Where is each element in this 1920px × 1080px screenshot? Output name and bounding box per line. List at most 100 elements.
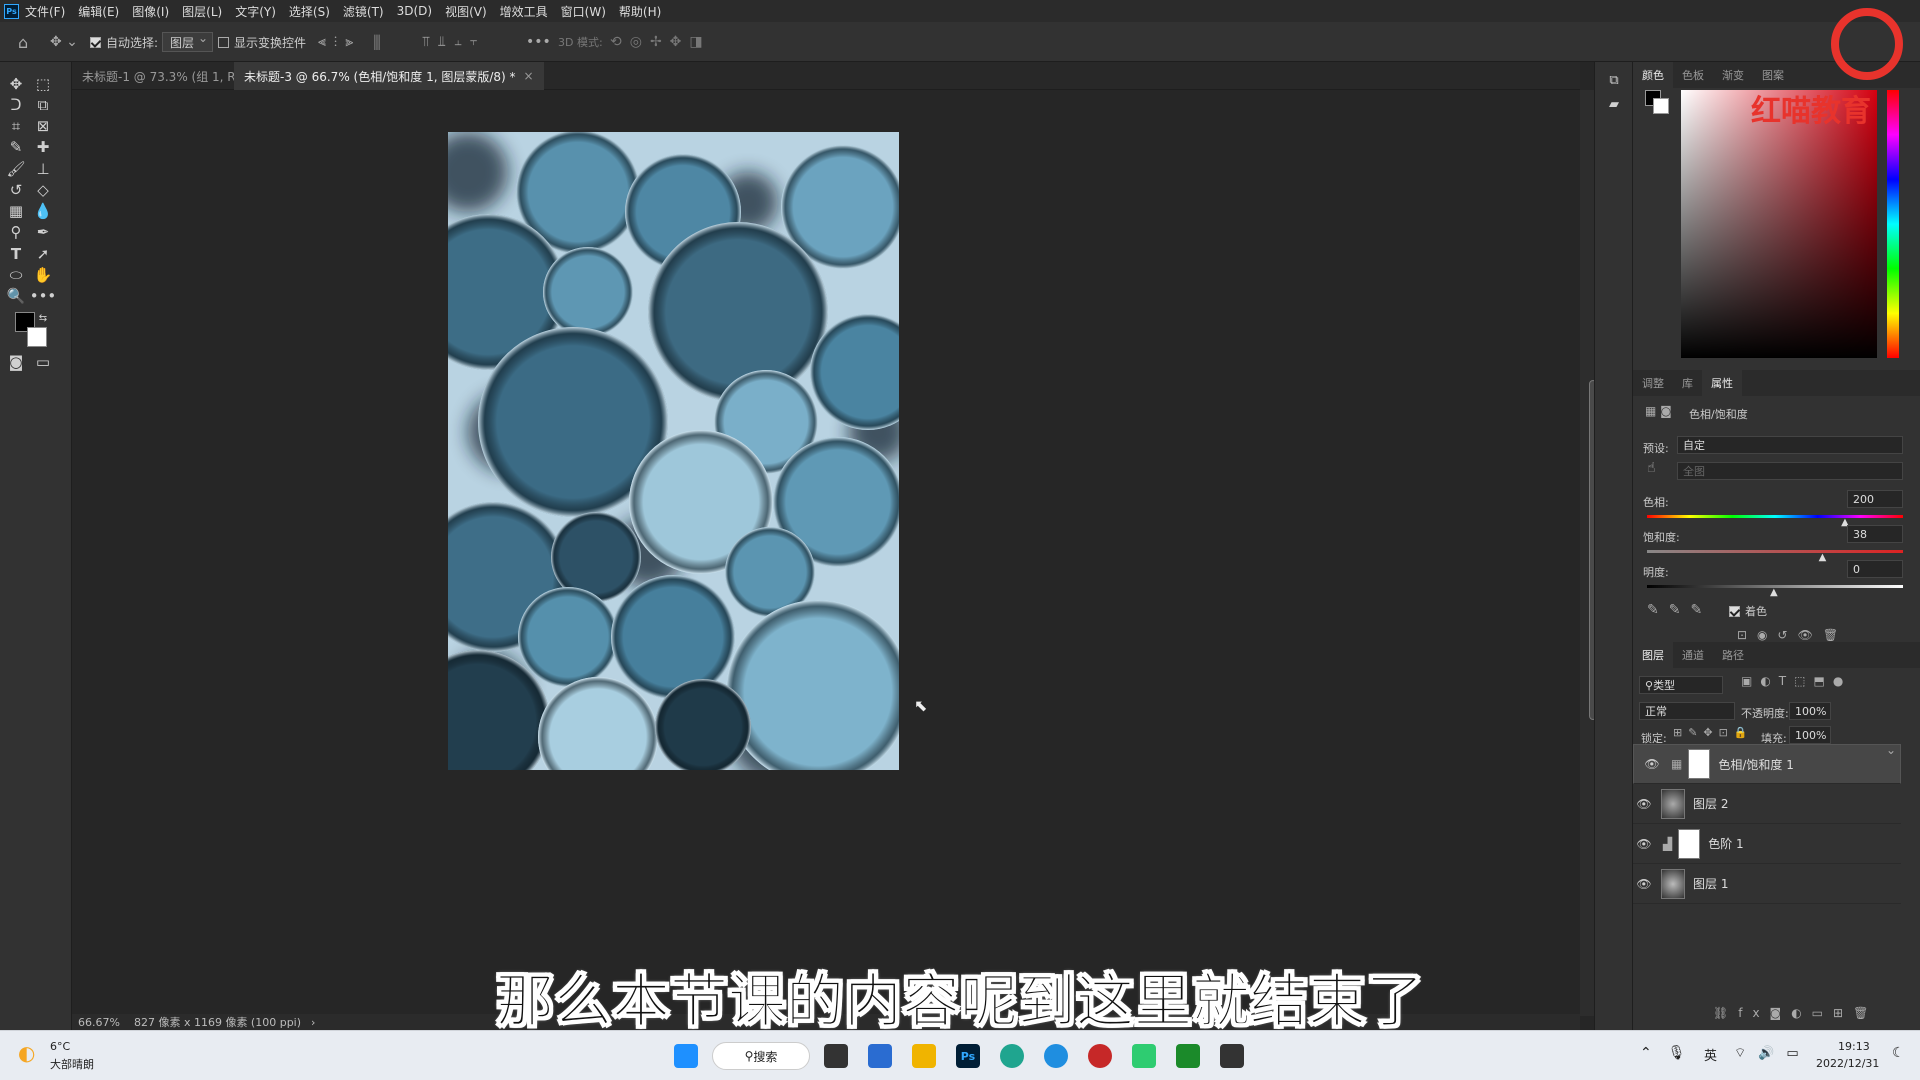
layer-name[interactable]: 图层 1 bbox=[1693, 875, 1728, 892]
taskbar-search[interactable]: ⚲ 搜索 bbox=[712, 1042, 810, 1070]
saturation-slider-thumb[interactable]: ▲ bbox=[1819, 552, 1827, 563]
layer-mask-thumb[interactable] bbox=[1678, 828, 1701, 859]
tab-channels[interactable]: 通道 bbox=[1673, 642, 1713, 668]
layer-name[interactable]: 图层 2 bbox=[1693, 795, 1728, 812]
app-icon-green[interactable] bbox=[1132, 1044, 1156, 1068]
canvas-area[interactable]: ⬉ bbox=[72, 90, 1580, 1016]
menu-filter[interactable]: 滤镜(T) bbox=[343, 3, 384, 20]
menu-plugins[interactable]: 增效工具 bbox=[500, 3, 548, 20]
menu-view[interactable]: 视图(V) bbox=[445, 3, 487, 20]
eye-icon[interactable]: 👁 bbox=[1633, 797, 1655, 811]
layer-row-layer2[interactable]: 👁 图层 2 bbox=[1633, 784, 1901, 824]
adjustment-layer-icon[interactable]: ▦ ◙ bbox=[1645, 404, 1672, 418]
lock-icons[interactable]: ⊞✎✥⊡🔒 bbox=[1673, 726, 1754, 739]
tab-layers[interactable]: 图层 bbox=[1633, 642, 1673, 668]
menu-select[interactable]: 选择(S) bbox=[289, 3, 330, 20]
layer-mask-thumb[interactable] bbox=[1688, 749, 1711, 779]
layer-row-layer1[interactable]: 👁 图层 1 bbox=[1633, 864, 1901, 904]
system-tray-icons[interactable]: ⌔🔊▭ bbox=[1734, 1045, 1811, 1061]
layer-name[interactable]: 色相/饱和度 1 bbox=[1718, 756, 1794, 773]
show-transform-checkbox[interactable]: 显示变换控件 bbox=[218, 31, 306, 53]
notification-icon[interactable]: ☾ bbox=[1892, 1045, 1905, 1061]
layer-name[interactable]: 色阶 1 bbox=[1708, 835, 1743, 852]
eye-icon[interactable]: 👁 bbox=[1633, 877, 1655, 891]
tab-properties[interactable]: 属性 bbox=[1702, 370, 1742, 396]
preset-dropdown[interactable]: 自定 bbox=[1677, 436, 1903, 454]
layer-filter-dropdown[interactable]: ⚲ 类型 bbox=[1639, 676, 1723, 694]
file-explorer-icon[interactable] bbox=[912, 1044, 936, 1068]
tab-libraries[interactable]: 库 bbox=[1673, 370, 1702, 396]
photoshop-taskbar-icon[interactable]: Ps bbox=[956, 1044, 980, 1068]
tab-swatches[interactable]: 色板 bbox=[1673, 62, 1713, 88]
weather-temp[interactable]: 6°C bbox=[50, 1040, 70, 1053]
menu-type[interactable]: 文字(Y) bbox=[235, 3, 276, 20]
hue-slider[interactable] bbox=[1887, 90, 1899, 358]
healing-brush-icon[interactable]: ✚ bbox=[30, 135, 56, 159]
layer-row-levels[interactable]: 👁 ▟ 色阶 1 bbox=[1633, 824, 1901, 864]
background-color-swatch[interactable] bbox=[1653, 98, 1669, 114]
eyedropper-tool-icon[interactable]: ✎ bbox=[3, 135, 29, 159]
zoom-tool-icon[interactable]: 🔍 bbox=[3, 284, 29, 308]
history-panel-icon[interactable]: ⧉ bbox=[1601, 68, 1627, 92]
eye-icon[interactable]: 👁 bbox=[1633, 837, 1655, 851]
targeted-adjust-icon[interactable]: ☝ bbox=[1647, 460, 1656, 476]
more-tools-icon[interactable]: ••• bbox=[30, 284, 57, 308]
close-icon[interactable]: × bbox=[524, 69, 534, 83]
app-icon-dark[interactable] bbox=[1220, 1044, 1244, 1068]
weather-desc[interactable]: 大部晴朗 bbox=[50, 1056, 94, 1072]
menu-window[interactable]: 窗口(W) bbox=[561, 3, 606, 20]
screen-mode-icon[interactable]: ▭ bbox=[30, 350, 56, 374]
edge-browser-icon[interactable] bbox=[1044, 1044, 1068, 1068]
blend-mode-dropdown[interactable]: 正常 bbox=[1639, 702, 1735, 720]
quick-mask-icon[interactable]: ◙ bbox=[3, 350, 29, 374]
swap-colors-icon[interactable]: ⇆ bbox=[30, 306, 56, 330]
tab-color[interactable]: 颜色 bbox=[1633, 62, 1673, 88]
channel-dropdown[interactable]: 全图 bbox=[1677, 462, 1903, 480]
hue-input[interactable]: 200 bbox=[1847, 490, 1903, 508]
colorize-checkbox[interactable]: 着色 bbox=[1729, 603, 1767, 619]
home-icon[interactable]: ⌂ bbox=[18, 31, 28, 53]
menu-image[interactable]: 图像(I) bbox=[132, 3, 169, 20]
xbox-icon[interactable] bbox=[1176, 1044, 1200, 1068]
edge-icon[interactable] bbox=[1000, 1044, 1024, 1068]
eye-icon[interactable]: 👁 bbox=[1641, 757, 1663, 771]
task-view-icon[interactable] bbox=[824, 1044, 848, 1068]
menu-file[interactable]: 文件(F) bbox=[25, 3, 65, 20]
tab-patterns[interactable]: 图案 bbox=[1753, 62, 1793, 88]
comments-panel-icon[interactable]: ▰ bbox=[1601, 92, 1627, 116]
menu-edit[interactable]: 编辑(E) bbox=[78, 3, 119, 20]
tray-icons[interactable]: ⌃🎙 bbox=[1640, 1045, 1702, 1061]
tab-paths[interactable]: 路径 bbox=[1713, 642, 1753, 668]
auto-select-dropdown[interactable]: 图层 bbox=[162, 31, 214, 52]
menu-3d[interactable]: 3D(D) bbox=[397, 4, 432, 18]
menu-help[interactable]: 帮助(H) bbox=[619, 3, 661, 20]
dodge-tool-icon[interactable]: ⚲ bbox=[3, 220, 29, 244]
move-tool-icon[interactable]: ✥ ⌄ bbox=[50, 31, 78, 53]
tab-adjustments[interactable]: 调整 bbox=[1633, 370, 1673, 396]
layer-filter-icons[interactable]: ▣◐T⬚⬒● bbox=[1741, 674, 1851, 688]
auto-select-checkbox[interactable]: 自动选择: bbox=[90, 31, 158, 53]
color-picker-field[interactable] bbox=[1681, 90, 1877, 358]
eyedropper-icons[interactable]: ✎✎✎ bbox=[1647, 602, 1712, 618]
saturation-track[interactable] bbox=[1647, 550, 1903, 553]
clock-time[interactable]: 19:13 bbox=[1838, 1040, 1870, 1053]
saturation-input[interactable]: 38 bbox=[1847, 525, 1903, 543]
layer-row-hue-sat[interactable]: 👁 ▦ 色相/饱和度 1 bbox=[1633, 743, 1901, 784]
distribute-icons[interactable]: ⫪⫫⫠⫟ bbox=[422, 31, 486, 53]
lightness-input[interactable]: 0 bbox=[1847, 560, 1903, 578]
document-canvas[interactable] bbox=[448, 132, 899, 770]
lightness-slider-thumb[interactable]: ▲ bbox=[1770, 587, 1778, 598]
3d-mode-icons[interactable]: ⟲◎✢✥◨ bbox=[610, 31, 711, 53]
pen-tool-icon[interactable]: ✒ bbox=[30, 220, 56, 244]
windows-start-icon[interactable] bbox=[674, 1044, 698, 1068]
background-color-swatch[interactable] bbox=[27, 327, 47, 347]
clock-date[interactable]: 2022/12/31 bbox=[1816, 1057, 1879, 1070]
store-icon[interactable] bbox=[868, 1044, 892, 1068]
hue-track[interactable] bbox=[1647, 515, 1903, 518]
photoshop-logo[interactable]: Ps bbox=[4, 3, 19, 19]
vertical-scrollbar[interactable] bbox=[1580, 90, 1597, 1016]
app-icon-red[interactable] bbox=[1088, 1044, 1112, 1068]
tab-document-3[interactable]: 未标题-3 @ 66.7% (色相/饱和度 1, 图层蒙版/8) * × bbox=[234, 62, 544, 90]
input-language[interactable]: 英 bbox=[1704, 1045, 1717, 1064]
weather-icon[interactable]: ◐ bbox=[18, 1041, 35, 1065]
